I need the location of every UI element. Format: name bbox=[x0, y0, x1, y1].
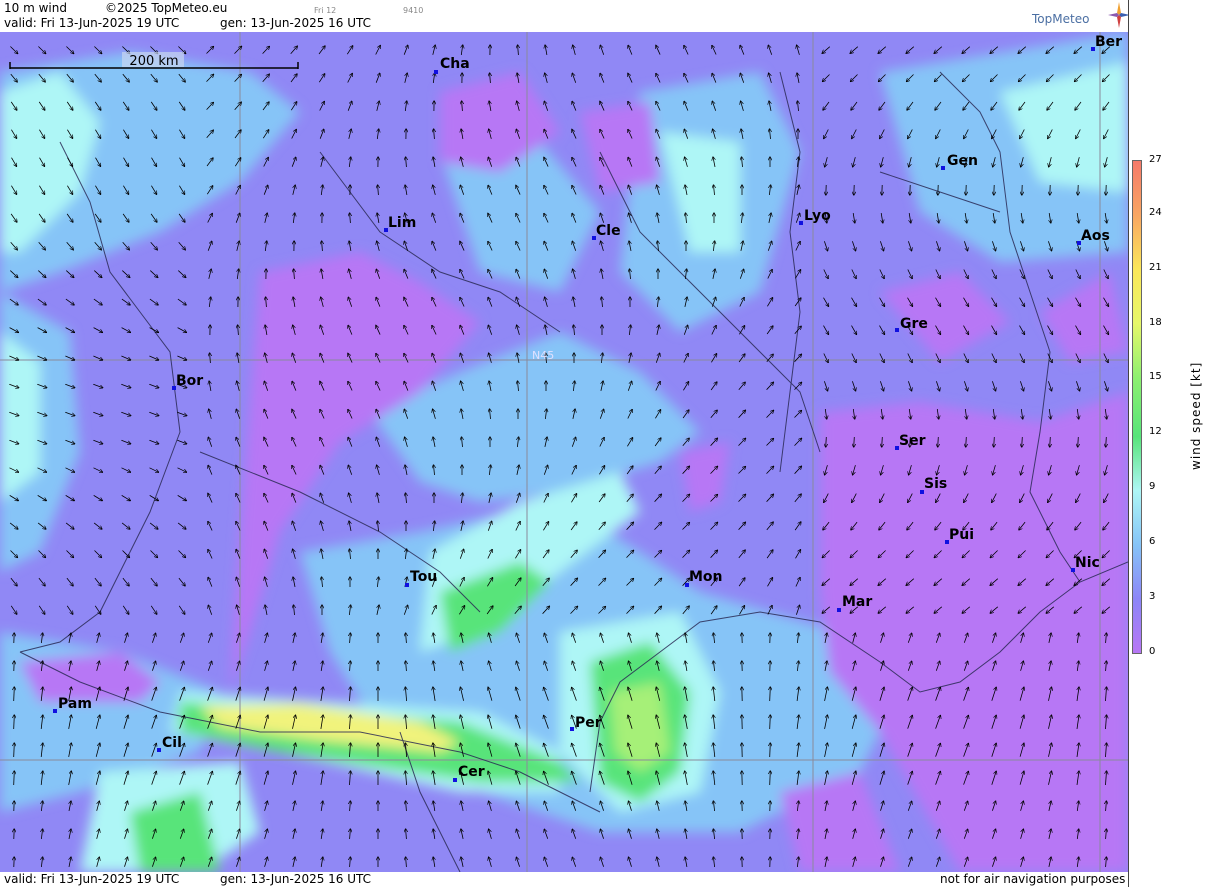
city-lim[interactable]: Lim bbox=[384, 215, 416, 232]
city-label: Cer bbox=[458, 764, 485, 780]
city-label: Sis bbox=[924, 476, 947, 492]
city-label: Lyo bbox=[804, 208, 831, 224]
city-label: Ber bbox=[1095, 34, 1122, 50]
city-tou[interactable]: Tou bbox=[405, 569, 437, 587]
city-sis[interactable]: Sis bbox=[920, 476, 947, 494]
city-label: Pam bbox=[58, 696, 92, 712]
header-bar: 10 m wind ©2025 TopMeteo.eu Fri 12 9410 … bbox=[0, 0, 1130, 32]
legend-unit-label: wind speed [kt] bbox=[1189, 361, 1203, 470]
city-label: Gre bbox=[900, 316, 928, 332]
city-lyo[interactable]: Lyo bbox=[799, 208, 831, 225]
legend-tick: 3 bbox=[1149, 591, 1156, 602]
latitude-label: N45 bbox=[532, 349, 554, 362]
city-ber[interactable]: Ber bbox=[1091, 34, 1122, 51]
generated-time: gen: 13-Jun-2025 16 UTC bbox=[220, 16, 372, 30]
city-label: Per bbox=[575, 715, 602, 731]
city-gre[interactable]: Gre bbox=[895, 316, 928, 332]
city-aos[interactable]: Aos bbox=[1077, 228, 1110, 245]
city-label: Cil bbox=[162, 735, 182, 751]
valid-time: valid: Fri 13-Jun-2025 19 UTC bbox=[4, 16, 180, 30]
footer-bar: valid: Fri 13-Jun-2025 19 UTC gen: 13-Ju… bbox=[0, 872, 1128, 887]
city-label: Bor bbox=[176, 373, 203, 389]
legend-tick: 21 bbox=[1149, 262, 1162, 273]
legend-tick: 27 bbox=[1149, 154, 1162, 165]
legend-tick: 0 bbox=[1149, 646, 1156, 657]
city-label: Gen bbox=[947, 153, 978, 169]
city-label: Mon bbox=[689, 569, 723, 585]
code-tag: 9410 bbox=[403, 6, 424, 15]
legend-tick: 24 bbox=[1149, 207, 1162, 218]
city-label: Nic bbox=[1075, 555, 1100, 571]
legend-tick: 15 bbox=[1149, 371, 1162, 382]
city-label: Ser bbox=[899, 433, 926, 449]
city-cer[interactable]: Cer bbox=[453, 764, 485, 782]
city-cha[interactable]: Cha bbox=[434, 56, 470, 74]
legend-color-bar bbox=[1132, 160, 1142, 654]
city-mon[interactable]: Mon bbox=[685, 569, 723, 587]
copyright-label: ©2025 TopMeteo.eu bbox=[105, 1, 228, 15]
city-label: Cle bbox=[596, 223, 621, 239]
city-bor[interactable]: Bor bbox=[172, 373, 203, 390]
compass-star-icon bbox=[1108, 2, 1130, 28]
city-label: Lim bbox=[388, 215, 416, 231]
legend-tick: 6 bbox=[1149, 536, 1156, 547]
city-gen[interactable]: Gen bbox=[941, 153, 978, 170]
city-ser[interactable]: Ser bbox=[895, 433, 926, 450]
city-nic[interactable]: Nic bbox=[1071, 555, 1100, 572]
disclaimer: not for air navigation purposes bbox=[940, 872, 1126, 886]
city-per[interactable]: Per bbox=[570, 715, 602, 731]
legend-tick: 12 bbox=[1149, 426, 1162, 437]
footer-generated-time: gen: 13-Jun-2025 16 UTC bbox=[220, 872, 372, 886]
city-mar[interactable]: Mar bbox=[837, 594, 872, 612]
city-pui[interactable]: Pui bbox=[945, 527, 974, 544]
city-pam[interactable]: Pam bbox=[53, 696, 92, 713]
wind-speed-legend: 27 24 21 18 15 12 9 6 3 0 wind speed [kt… bbox=[1128, 0, 1219, 887]
city-label: Aos bbox=[1081, 228, 1110, 244]
legend-tick: 18 bbox=[1149, 317, 1162, 328]
wind-map[interactable]: 200 km N45 Cha Ber Gen Lim Cle Lyo Aos G… bbox=[0, 32, 1128, 872]
logo-text: TopMeteo bbox=[1032, 12, 1090, 26]
city-label: Pui bbox=[949, 527, 974, 543]
product-title: 10 m wind bbox=[4, 1, 67, 15]
city-label: Cha bbox=[440, 56, 470, 72]
footer-valid-time: valid: Fri 13-Jun-2025 19 UTC bbox=[4, 872, 180, 886]
city-label: Tou bbox=[410, 569, 437, 585]
scale-label: 200 km bbox=[129, 54, 178, 69]
city-label: Mar bbox=[842, 594, 872, 610]
legend-tick: 9 bbox=[1149, 481, 1156, 492]
city-cle[interactable]: Cle bbox=[592, 223, 621, 240]
